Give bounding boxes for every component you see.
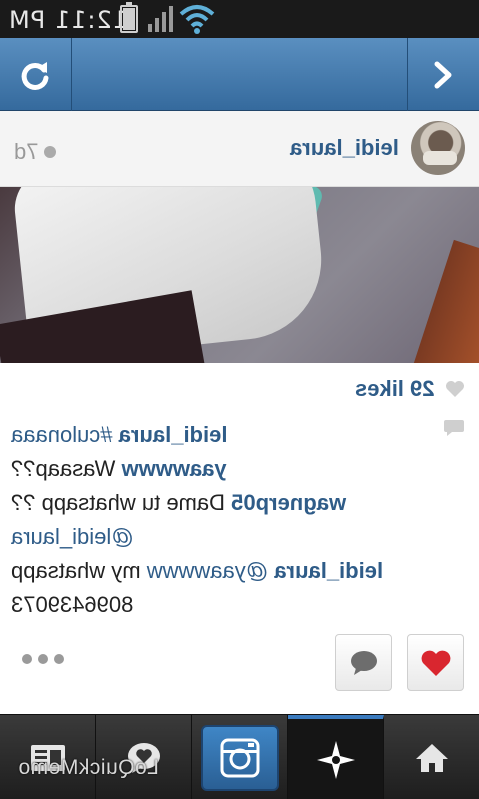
comment: leidi_laura #culonaaa (11, 418, 431, 452)
post-photo[interactable] (0, 187, 479, 363)
comment: 8096439073 (11, 588, 431, 622)
comment: wagnerp05 Dame tu whatsapp ?? (11, 486, 431, 520)
post-header: 7d leidi_laura (0, 111, 479, 187)
comment-text[interactable]: @leidi_laura (11, 524, 134, 549)
clock-icon (44, 146, 57, 158)
status-bar: 12:11 PM (0, 0, 479, 38)
likes-row: 29 likes (355, 376, 465, 402)
comment-mention[interactable]: @yaawwww (147, 558, 268, 583)
heart-icon (421, 650, 450, 676)
next-button[interactable] (407, 38, 479, 111)
comment-text: 8096439073 (11, 592, 134, 617)
explore-star-icon (316, 740, 355, 779)
quickmemo-watermark: LoQuickMemo (18, 756, 159, 779)
comment-button[interactable] (335, 634, 392, 691)
status-time: 12:11 PM (8, 6, 128, 34)
post-username[interactable]: leidi_laura (290, 135, 399, 161)
avatar[interactable] (411, 121, 465, 175)
tab-home[interactable] (384, 715, 479, 799)
comment-text: my whatsapp (11, 558, 141, 583)
comment: yaawwww Wasaap?? (11, 452, 431, 486)
comment-user[interactable]: wagnerp05 (231, 490, 346, 515)
app-header (0, 38, 479, 111)
battery-icon (120, 2, 138, 33)
post-age-text: 7d (14, 139, 39, 164)
comment-user[interactable]: leidi_laura (119, 422, 228, 447)
comment-user[interactable]: leidi_laura (274, 558, 383, 583)
chevron-right-icon (434, 61, 451, 88)
refresh-button[interactable] (0, 38, 72, 111)
signal-icon (148, 6, 173, 32)
comment-bubble-icon (350, 650, 377, 675)
refresh-icon (21, 61, 48, 90)
comment-user[interactable]: yaawwww (122, 456, 227, 481)
likes-count[interactable]: 29 likes (355, 376, 435, 402)
tab-camera[interactable] (192, 715, 288, 799)
comment: @leidi_laura (11, 520, 431, 554)
wifi-icon (179, 5, 215, 34)
like-button[interactable] (407, 634, 464, 691)
comment-text[interactable]: #culonaaa (11, 422, 113, 447)
camera-icon (220, 738, 259, 777)
comment-text: Wasaap?? (11, 456, 116, 481)
tab-explore[interactable] (288, 715, 384, 799)
comment-outline-icon (444, 420, 464, 436)
more-dots-icon[interactable] (22, 654, 64, 664)
post-age: 7d (14, 139, 57, 165)
comments-list: leidi_laura #culonaaa yaawwww Wasaap?? w… (11, 418, 431, 622)
comment-text: Dame tu whatsapp ?? (11, 490, 226, 515)
home-icon (416, 743, 448, 772)
comment: leidi_laura @yaawwww my whatsapp (11, 554, 431, 588)
heart-outline-icon (446, 381, 464, 397)
